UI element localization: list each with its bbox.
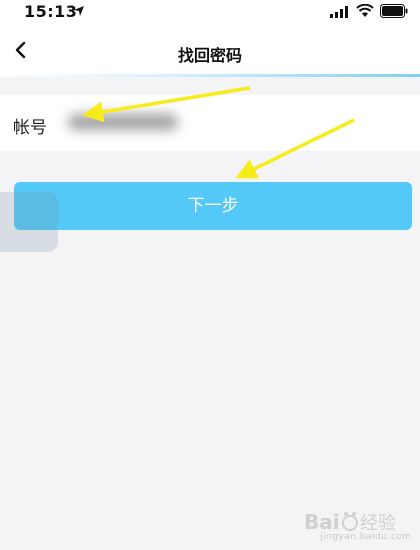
annotation-arrows — [82, 86, 355, 179]
svg-text:经验: 经验 — [360, 513, 396, 534]
battery-icon — [380, 4, 408, 18]
watermark-caption: jingyan.baidu.com — [320, 532, 412, 542]
floating-edge-handle[interactable] — [0, 192, 58, 252]
redacted-account-value — [68, 114, 178, 130]
page-title: 找回密码 — [177, 46, 242, 65]
account-row: 帐号 — [0, 95, 420, 151]
wifi-icon — [356, 4, 374, 17]
location-arrow-icon — [74, 6, 84, 16]
nav-bar: 找回密码 — [0, 26, 420, 74]
svg-text:Bai: Bai — [304, 510, 340, 534]
next-step-button[interactable]: 下一步 — [14, 182, 412, 230]
header-divider — [0, 74, 420, 77]
signal-icon — [330, 6, 348, 18]
account-label: 帐号 — [13, 118, 47, 138]
status-bar: 15:13 — [0, 0, 420, 26]
status-time: 15:13 — [24, 2, 78, 21]
